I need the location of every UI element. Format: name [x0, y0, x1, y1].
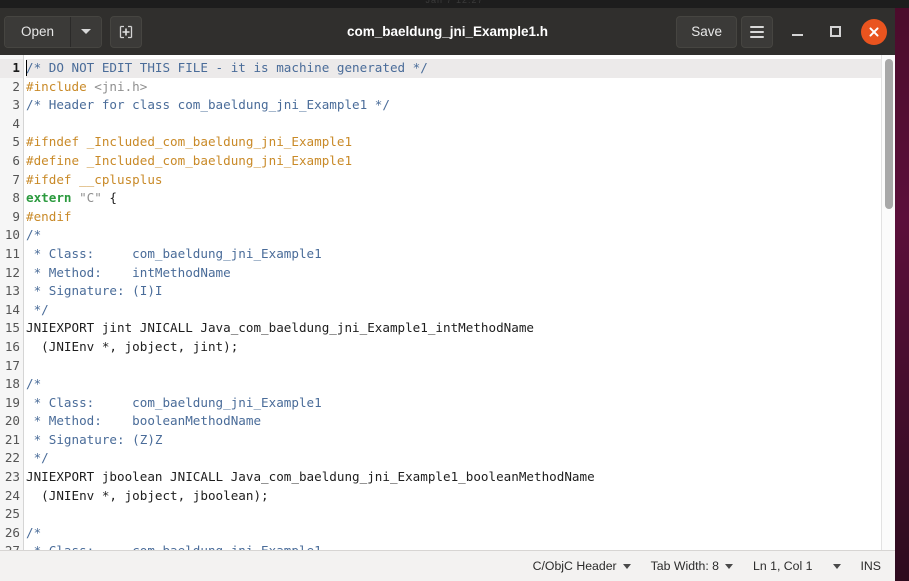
line-number: 25: [0, 505, 23, 524]
chevron-down-icon: [725, 564, 733, 569]
code-line[interactable]: * Signature: (Z)Z: [26, 431, 881, 450]
line-number: 24: [0, 487, 23, 506]
line-number: 22: [0, 449, 23, 468]
code-line[interactable]: #endif: [26, 208, 881, 227]
line-number: 7: [0, 171, 23, 190]
tab-width-label: Tab Width: 8: [651, 559, 719, 573]
code-line[interactable]: extern "C" {: [26, 189, 881, 208]
code-line[interactable]: /*: [26, 375, 881, 394]
tab-width-selector[interactable]: Tab Width: 8: [641, 555, 743, 577]
code-line[interactable]: [26, 115, 881, 134]
line-number: 9: [0, 208, 23, 227]
code-line[interactable]: /*: [26, 524, 881, 543]
chevron-down-icon: [81, 29, 91, 34]
open-recent-dropdown-button[interactable]: [71, 17, 101, 47]
code-line[interactable]: JNIEXPORT jint JNICALL Java_com_baeldung…: [26, 319, 881, 338]
editor-area: 1234567891011121314151617181920212223242…: [0, 55, 895, 550]
code-line[interactable]: * Method: intMethodName: [26, 264, 881, 283]
line-number: 2: [0, 78, 23, 97]
hamburger-menu-icon-line2: [750, 31, 764, 33]
code-line[interactable]: * Class: com_baeldung_jni_Example1: [26, 542, 881, 550]
code-line[interactable]: */: [26, 301, 881, 320]
line-number: 1: [0, 59, 23, 78]
line-number: 26: [0, 524, 23, 543]
gedit-window: Open com_baeldung_jni_Example1.h: [0, 8, 895, 581]
line-number: 14: [0, 301, 23, 320]
line-number: 11: [0, 245, 23, 264]
hamburger-menu-button[interactable]: [741, 16, 773, 48]
line-number: 21: [0, 431, 23, 450]
maximize-button[interactable]: [821, 18, 849, 46]
code-line[interactable]: * Class: com_baeldung_jni_Example1: [26, 394, 881, 413]
vertical-scrollbar-thumb[interactable]: [885, 59, 893, 209]
insert-mode-label: INS: [861, 559, 882, 573]
code-line[interactable]: * Class: com_baeldung_jni_Example1: [26, 245, 881, 264]
code-line[interactable]: #define _Included_com_baeldung_jni_Examp…: [26, 152, 881, 171]
line-number: 18: [0, 375, 23, 394]
code-line[interactable]: */: [26, 449, 881, 468]
code-line[interactable]: #ifndef _Included_com_baeldung_jni_Examp…: [26, 133, 881, 152]
open-button[interactable]: Open: [5, 17, 71, 47]
new-document-button[interactable]: [110, 16, 142, 48]
window-title-text: com_baeldung_jni_Example1.h: [347, 24, 548, 39]
language-selector[interactable]: C/ObjC Header: [523, 555, 641, 577]
code-scroll-region: 1234567891011121314151617181920212223242…: [0, 55, 881, 550]
code-line[interactable]: * Signature: (I)I: [26, 282, 881, 301]
save-button-label: Save: [691, 24, 722, 39]
window-headerbar: Open com_baeldung_jni_Example1.h: [0, 8, 895, 55]
code-line[interactable]: (JNIEnv *, jobject, jint);: [26, 338, 881, 357]
line-number: 20: [0, 412, 23, 431]
cursor-position-label: Ln 1, Col 1: [753, 559, 812, 573]
open-button-group: Open: [4, 16, 102, 48]
goto-line-dropdown[interactable]: [823, 555, 851, 577]
line-number: 12: [0, 264, 23, 283]
open-button-label: Open: [21, 24, 54, 39]
insert-mode-indicator: INS: [851, 555, 886, 577]
code-text-area[interactable]: /* DO NOT EDIT THIS FILE - it is machine…: [24, 55, 881, 550]
line-number: 3: [0, 96, 23, 115]
code-line[interactable]: #ifdef __cplusplus: [26, 171, 881, 190]
line-number: 17: [0, 357, 23, 376]
hamburger-menu-icon-line3: [750, 36, 764, 38]
line-number: 23: [0, 468, 23, 487]
line-number: 13: [0, 282, 23, 301]
code-line[interactable]: JNIEXPORT jboolean JNICALL Java_com_bael…: [26, 468, 881, 487]
code-line[interactable]: /* Header for class com_baeldung_jni_Exa…: [26, 96, 881, 115]
new-document-icon: [117, 23, 135, 41]
line-number: 19: [0, 394, 23, 413]
line-number: 15: [0, 319, 23, 338]
code-line[interactable]: #include <jni.h>: [26, 78, 881, 97]
code-line[interactable]: * Method: booleanMethodName: [26, 412, 881, 431]
code-line[interactable]: /*: [26, 226, 881, 245]
code-line[interactable]: [26, 505, 881, 524]
line-number: 5: [0, 133, 23, 152]
close-button[interactable]: [861, 19, 887, 45]
line-number: 27: [0, 542, 23, 550]
code-line[interactable]: [26, 357, 881, 376]
line-number: 6: [0, 152, 23, 171]
system-top-panel: Jan 7 12:27: [0, 0, 909, 8]
save-button[interactable]: Save: [676, 16, 737, 48]
maximize-icon: [830, 26, 841, 37]
desktop-background: Jan 7 12:27 Open: [0, 0, 909, 581]
system-clock: Jan 7 12:27: [0, 0, 909, 5]
minimize-button[interactable]: [783, 18, 811, 46]
code-line[interactable]: (JNIEnv *, jobject, jboolean);: [26, 487, 881, 506]
language-label: C/ObjC Header: [533, 559, 617, 573]
hamburger-menu-icon: [750, 26, 764, 28]
minimize-icon: [792, 34, 803, 36]
line-number-gutter: 1234567891011121314151617181920212223242…: [0, 55, 24, 550]
status-bar: C/ObjC Header Tab Width: 8 Ln 1, Col 1 I…: [0, 550, 895, 581]
line-number: 10: [0, 226, 23, 245]
chevron-down-icon: [833, 564, 841, 569]
line-number: 4: [0, 115, 23, 134]
chevron-down-icon: [623, 564, 631, 569]
line-number: 8: [0, 189, 23, 208]
code-line[interactable]: /* DO NOT EDIT THIS FILE - it is machine…: [26, 59, 881, 78]
line-number: 16: [0, 338, 23, 357]
vertical-scrollbar[interactable]: [881, 55, 895, 550]
cursor-position: Ln 1, Col 1: [743, 555, 822, 577]
